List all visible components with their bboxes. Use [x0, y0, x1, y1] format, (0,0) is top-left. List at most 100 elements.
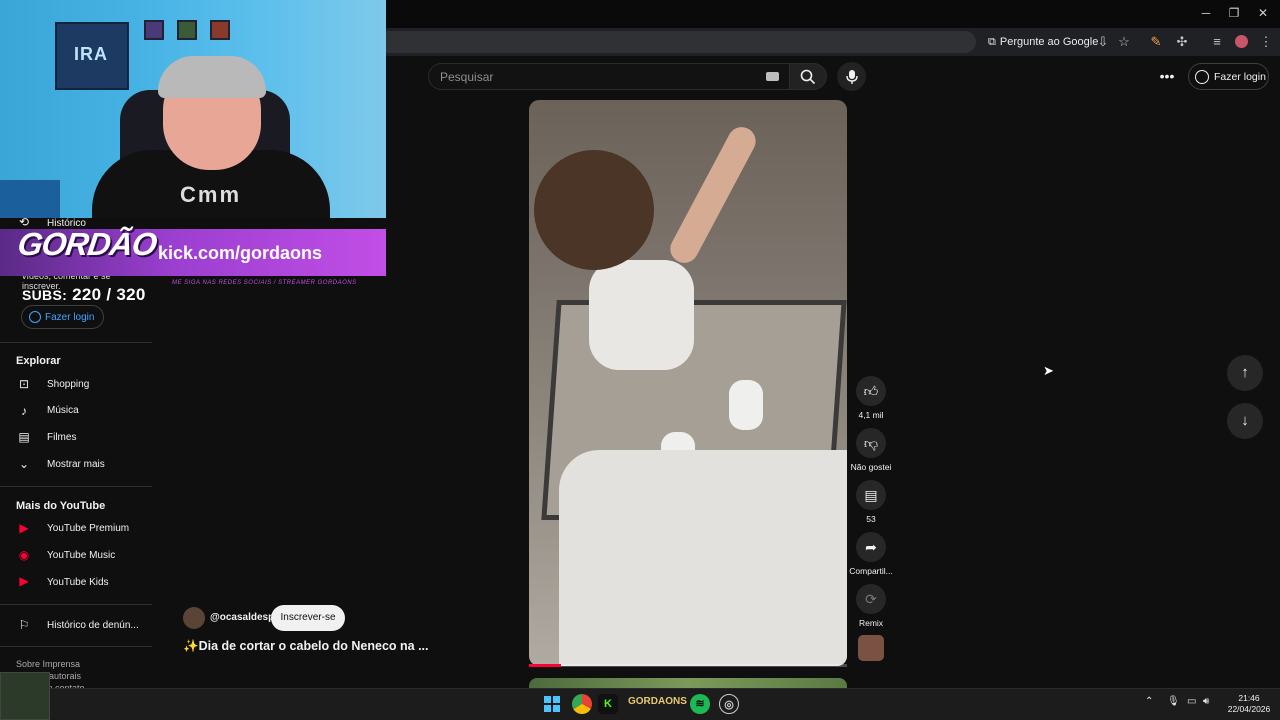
channel-avatar[interactable]: [183, 607, 205, 629]
sidebar-sign-in-button[interactable]: Fazer login: [21, 305, 104, 329]
streamer-logo: GORDÃO: [15, 226, 159, 262]
sidebar-item-youtube-music[interactable]: YouTube Music: [47, 550, 115, 561]
restore-button[interactable]: ❐: [1224, 6, 1244, 20]
kick-taskbar-icon[interactable]: K: [598, 694, 618, 714]
share-button[interactable]: ➦: [856, 532, 886, 562]
tray-mic-icon[interactable]: 🎙︎: [1167, 696, 1180, 707]
sidebar-item-music[interactable]: Música: [47, 405, 79, 416]
lens-icon: ⧉: [988, 35, 996, 48]
sound-avatar[interactable]: [858, 635, 884, 661]
thumbs-up-icon: 👍︎: [863, 383, 879, 399]
profile-avatar-icon[interactable]: [1232, 33, 1250, 51]
remix-icon: ⟳: [865, 591, 877, 607]
install-app-icon[interactable]: ⇩: [1094, 33, 1112, 51]
app-taskbar-icon[interactable]: ◎: [719, 694, 739, 714]
like-count: 4,1 mil: [858, 410, 884, 420]
remix-button[interactable]: ⟳: [856, 584, 886, 614]
explore-heading: Explorar: [16, 355, 61, 367]
previous-short-button[interactable]: ↑: [1227, 355, 1263, 391]
wall-poster: IRA: [55, 22, 129, 90]
streamer-hair: [158, 56, 266, 98]
sidebar-divider: [0, 604, 152, 605]
background-object: [0, 180, 60, 218]
share-arrow-icon: ➦: [865, 539, 877, 555]
clock-date: 22/04/2026: [1227, 704, 1271, 714]
search-input[interactable]: Pesquisar: [428, 63, 790, 90]
youtube-music-icon: ◉: [18, 548, 30, 562]
spotify-taskbar-icon[interactable]: ≋: [690, 694, 710, 714]
video-progress-bar[interactable]: [529, 664, 847, 667]
address-bar[interactable]: [386, 31, 976, 53]
gordaons-taskbar-app[interactable]: GORDAONS: [628, 696, 687, 707]
chevron-down-icon: ⌄: [18, 457, 30, 471]
flag-icon: ⚐: [18, 618, 30, 632]
chrome-taskbar-icon[interactable]: [572, 694, 592, 714]
youtube-premium-icon: ▶: [19, 521, 29, 535]
video-child-head: [534, 150, 654, 270]
media-queue-icon[interactable]: ≡: [1208, 33, 1226, 51]
ask-google-label: Pergunte ao Google: [999, 36, 1099, 48]
share-label: Compartil...: [849, 566, 893, 576]
sidebar-sign-in-label: Fazer login: [45, 311, 95, 323]
ask-google-button[interactable]: ⧉ Pergunte ao Google: [988, 32, 1098, 52]
tray-volume-icon[interactable]: 🔊︎: [1203, 696, 1209, 707]
keyboard-icon[interactable]: [766, 72, 779, 81]
sidebar-divider: [0, 486, 152, 487]
search-placeholder: Pesquisar: [440, 70, 494, 84]
music-note-icon: ♪: [21, 404, 27, 418]
search-icon: [800, 69, 816, 85]
like-button[interactable]: 👍︎: [856, 376, 886, 406]
channel-name[interactable]: @ocasaldesp: [210, 612, 274, 623]
mouse-cursor-icon: ➤: [1043, 363, 1054, 378]
extensions-puzzle-icon[interactable]: ✣: [1173, 33, 1191, 51]
clock-time: 21:46: [1238, 693, 1260, 703]
wall-frame: [144, 20, 164, 40]
subs-counter: SUBS: 220 / 320: [22, 285, 146, 305]
taskbar-clock[interactable]: 21:46 22/04/2026: [1224, 693, 1274, 715]
short-video-player[interactable]: [529, 100, 847, 666]
dislike-button[interactable]: 👎︎: [856, 428, 886, 458]
sidebar-item-youtube-kids[interactable]: YouTube Kids: [47, 577, 109, 588]
account-icon: [29, 311, 41, 323]
footer-line[interactable]: Sobre Imprensa: [16, 658, 85, 670]
extension-pen-icon[interactable]: ✎: [1147, 33, 1165, 51]
more-youtube-heading: Mais do YouTube: [16, 500, 106, 512]
comment-icon: ▤: [864, 487, 878, 503]
windows-start-icon[interactable]: [542, 694, 562, 714]
webcam-thumbnail: [0, 672, 50, 720]
subscribe-button[interactable]: Inscrever-se: [271, 605, 345, 631]
microphone-icon: [846, 70, 858, 84]
sign-in-label: Fazer login: [1214, 70, 1266, 83]
minimize-button[interactable]: ─: [1196, 6, 1216, 20]
sidebar-divider: [0, 342, 152, 343]
comment-count: 53: [866, 514, 876, 524]
video-child-arm: [665, 122, 761, 268]
short-title[interactable]: ✨Dia de cortar o cabelo do Neneco na ...: [183, 639, 428, 654]
sign-in-button[interactable]: Fazer login: [1188, 63, 1269, 90]
sidebar-show-more[interactable]: Mostrar mais: [47, 459, 105, 470]
poster-logo: IRA: [74, 44, 108, 64]
kick-url: kick.com/gordaons: [158, 243, 323, 263]
browser-toolbar: [386, 28, 1280, 56]
next-short-button[interactable]: ↓: [1227, 403, 1263, 439]
more-options-icon[interactable]: •••: [1156, 66, 1178, 88]
remix-label: Remix: [858, 618, 884, 628]
search-button[interactable]: [790, 63, 827, 90]
chrome-menu-icon[interactable]: ⋮: [1257, 33, 1275, 51]
subs-value: 220 / 320: [72, 285, 146, 304]
sidebar-item-shopping[interactable]: Shopping: [47, 379, 89, 390]
close-button[interactable]: ✕: [1253, 6, 1273, 20]
sidebar-item-report-history[interactable]: Histórico de denún...: [47, 620, 139, 631]
tray-chevron-up-icon[interactable]: ⌃: [1145, 696, 1153, 707]
wall-frame: [210, 20, 230, 40]
video-shoe: [729, 380, 763, 430]
tray-network-icon[interactable]: ▭: [1187, 696, 1196, 707]
sidebar-item-films[interactable]: Filmes: [47, 432, 76, 443]
sidebar-item-youtube-premium[interactable]: YouTube Premium: [47, 523, 129, 534]
windows-logo-icon: [544, 696, 560, 712]
film-icon: ▤: [18, 430, 30, 444]
arrow-up-icon: ↑: [1241, 364, 1249, 381]
voice-search-button[interactable]: [837, 62, 866, 91]
comments-button[interactable]: ▤: [856, 480, 886, 510]
bookmark-star-icon[interactable]: ☆: [1115, 33, 1133, 51]
